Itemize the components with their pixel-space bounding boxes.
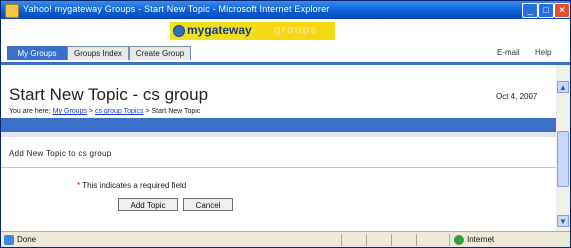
tab-my-groups[interactable]: My Groups — [7, 46, 67, 60]
browser-window: Yahoo! mygateway Groups - Start New Topi… — [0, 0, 571, 248]
breadcrumb: You are here: My Groups > cs group Topic… — [9, 108, 200, 115]
status-divider — [416, 234, 417, 246]
status-divider — [341, 234, 342, 246]
site-header: mygateway groups — [1, 19, 570, 43]
mail-link[interactable]: E-mail — [497, 48, 520, 57]
breadcrumb-link-topics[interactable]: cs group Topics — [95, 108, 144, 115]
page-title: Start New Topic - cs group — [9, 85, 209, 104]
tab-groups-index[interactable]: Groups Index — [67, 46, 129, 60]
status-text: Done — [17, 235, 37, 244]
page-content: Start New Topic - cs group Oct 4, 2007 Y… — [1, 65, 556, 231]
title-bar: Yahoo! mygateway Groups - Start New Topi… — [1, 1, 570, 19]
internet-zone-icon — [454, 235, 464, 245]
required-marker: * — [77, 181, 81, 190]
status-divider — [366, 234, 367, 246]
zone-text: Internet — [467, 235, 495, 244]
browser-icon — [5, 4, 19, 18]
minimize-button[interactable]: _ — [522, 3, 538, 18]
status-bar: Done Internet — [1, 231, 570, 247]
section-subbar — [1, 132, 556, 137]
scroll-up-icon[interactable]: ▲ — [557, 81, 569, 93]
close-button[interactable]: ✕ — [554, 3, 570, 18]
logo-icon — [173, 25, 185, 37]
section-heading: Add New Topic to cs group — [9, 149, 112, 158]
logo-main-text: mygateway — [187, 23, 252, 37]
vertical-scrollbar[interactable]: ▲ ▼ — [556, 65, 570, 231]
scrollbar-thumb[interactable] — [557, 131, 569, 187]
breadcrumb-link-my-groups[interactable]: My Groups — [53, 108, 87, 115]
breadcrumb-prefix: You are here: — [9, 108, 51, 115]
status-divider — [449, 234, 450, 246]
help-link[interactable]: Help — [535, 48, 551, 57]
page-done-icon — [4, 235, 14, 245]
window-title: Yahoo! mygateway Groups - Start New Topi… — [23, 4, 330, 14]
cancel-button[interactable]: Cancel — [183, 198, 233, 211]
site-logo[interactable]: mygateway groups — [170, 22, 335, 40]
status-divider — [391, 234, 392, 246]
date-label: Oct 4, 2007 — [496, 92, 538, 101]
maximize-button[interactable]: □ — [538, 3, 554, 18]
scroll-down-icon[interactable]: ▼ — [557, 215, 569, 227]
divider — [1, 167, 556, 168]
notice-text: This indicates a required field — [82, 181, 187, 190]
logo-sub-text: groups — [274, 24, 318, 36]
tab-create-group[interactable]: Create Group — [129, 46, 191, 60]
tab-bar: My Groups Groups Index Create Group E-ma… — [1, 43, 570, 65]
breadcrumb-current: > Start New Topic — [145, 108, 201, 115]
required-field-notice: * This indicates a required field — [77, 181, 186, 190]
section-bar — [1, 118, 556, 132]
add-topic-button[interactable]: Add Topic — [118, 198, 178, 211]
